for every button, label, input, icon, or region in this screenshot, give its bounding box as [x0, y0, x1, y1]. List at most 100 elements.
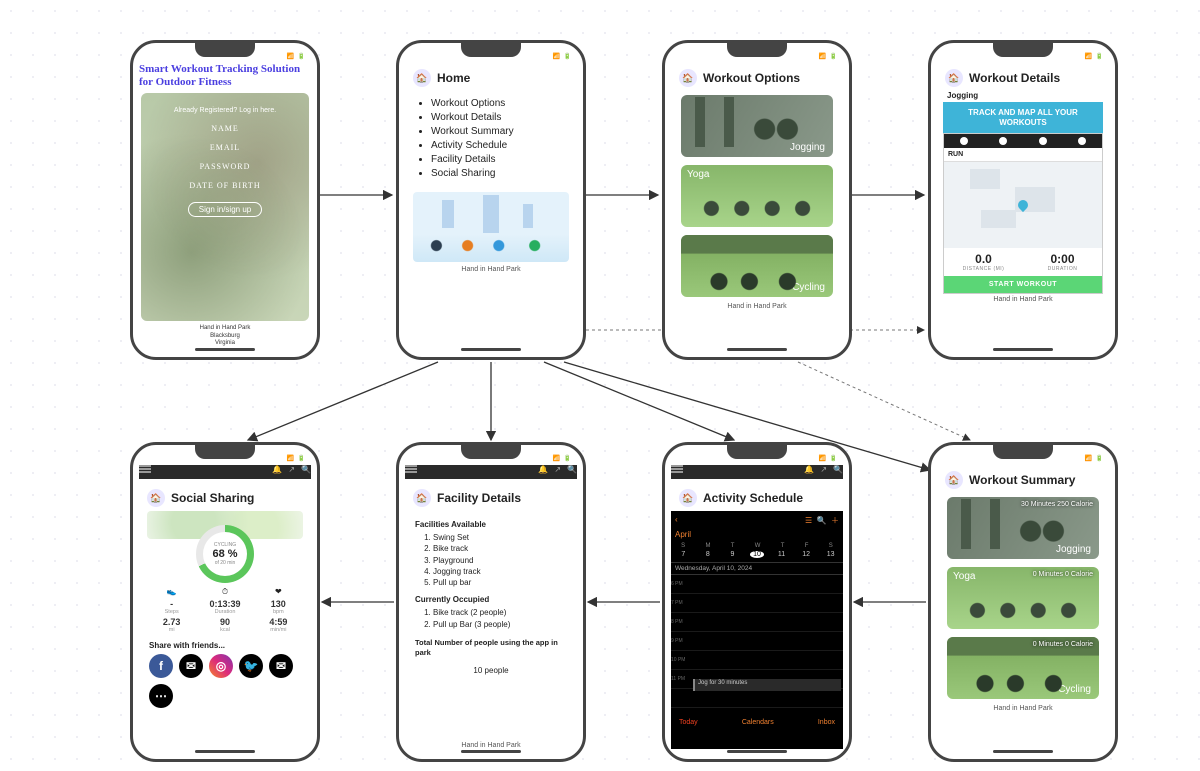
nav-item[interactable]: Facility Details: [431, 154, 563, 165]
option-yoga[interactable]: Yoga: [681, 165, 833, 227]
search-icon[interactable]: 🔍: [301, 465, 311, 474]
facilities-list: Swing Set Bike track Playground Jogging …: [415, 532, 567, 588]
facebook-icon[interactable]: f: [149, 654, 173, 678]
route-map[interactable]: [944, 162, 1102, 248]
screen-facility-details: 📶 🔋 🔔↗🔍 🏠 Facility Details Facilities Av…: [396, 442, 586, 762]
nav-item[interactable]: Social Sharing: [431, 168, 563, 179]
summary-label: Cycling: [1058, 684, 1091, 695]
phone-notch: [461, 445, 521, 459]
more-icon[interactable]: ⋯: [149, 684, 173, 708]
screen-title: Activity Schedule: [703, 491, 803, 505]
home-icon[interactable]: 🏠: [413, 69, 431, 87]
list-item: Bike track (2 people): [433, 607, 567, 618]
home-icon[interactable]: 🏠: [147, 489, 165, 507]
dob-field[interactable]: DATE OF BIRTH: [189, 181, 260, 190]
footer-caption: Hand in Hand Park: [671, 303, 843, 310]
home-icon[interactable]: 🏠: [413, 489, 431, 507]
login-subtitle[interactable]: Already Registered? Log in here.: [174, 107, 276, 114]
share-icon[interactable]: ↗: [554, 465, 561, 474]
share-label: Share with friends...: [139, 637, 311, 652]
month-label[interactable]: April: [675, 530, 691, 539]
twitter-icon[interactable]: 🐦: [239, 654, 263, 678]
activity-name: Jogging: [937, 91, 1109, 102]
progress-ring: CYCLING 68 % of 20 min: [196, 525, 254, 583]
nav-item[interactable]: Workout Options: [431, 98, 563, 109]
bell-icon[interactable]: 🔔: [804, 465, 814, 474]
menu-icon[interactable]: [671, 465, 683, 473]
tracker-tabs: [944, 134, 1102, 148]
day-cell[interactable]: 9: [725, 551, 739, 558]
day-cell-selected[interactable]: 10: [750, 551, 764, 558]
screen-title: Home: [437, 71, 470, 85]
home-icon[interactable]: 🏠: [945, 471, 963, 489]
heart-icon: ❤: [275, 587, 282, 596]
name-field[interactable]: NAME: [211, 124, 239, 133]
today-button[interactable]: Today: [679, 719, 698, 726]
tracking-app-preview: RUN 0.0 DISTANCE (MI) 0:00 DURATION STAR…: [943, 133, 1103, 294]
menu-icon[interactable]: [405, 465, 417, 473]
tracking-banner: TRACK AND MAP ALL YOUR WORKOUTS: [943, 102, 1103, 133]
day-cell[interactable]: 13: [824, 551, 838, 558]
nav-item[interactable]: Activity Schedule: [431, 140, 563, 151]
password-field[interactable]: PASSWORD: [200, 162, 251, 171]
calendar-view: ‹ ☰ 🔍 ＋ April SMTWTFS 78910111213 Wednes…: [671, 511, 843, 749]
home-icon[interactable]: 🏠: [679, 489, 697, 507]
home-indicator: [993, 348, 1053, 351]
home-icon[interactable]: 🏠: [945, 69, 963, 87]
messenger-icon[interactable]: ✉: [179, 654, 203, 678]
screen-social-sharing: 📶 🔋 🔔↗🔍 🏠 Social Sharing CYCLING 68 % of…: [130, 442, 320, 762]
list-icon[interactable]: ☰: [805, 516, 812, 525]
hour-grid[interactable]: 6 PM 7 PM 8 PM 9 PM 10 PM 11 PM Jog for …: [671, 575, 843, 715]
nav-item[interactable]: Workout Details: [431, 112, 563, 123]
stats-grid: 👟 ⏱ ❤ -Steps 0:13:39Duration 130bpm 2.73…: [139, 583, 311, 637]
total-count: 10 people: [415, 665, 567, 676]
option-jogging[interactable]: Jogging: [681, 95, 833, 157]
day-cell[interactable]: 11: [775, 551, 789, 558]
email-field[interactable]: EMAIL: [210, 143, 240, 152]
share-icon[interactable]: ↗: [820, 465, 827, 474]
summary-cycling[interactable]: 0 Minutes 0 Calorie Cycling: [947, 637, 1099, 699]
day-cell[interactable]: 7: [676, 551, 690, 558]
app-bar: 🔔 ↗ 🔍: [405, 465, 577, 479]
instagram-icon[interactable]: ◎: [209, 654, 233, 678]
day-cell[interactable]: 8: [701, 551, 715, 558]
summary-yoga[interactable]: 0 Minutes 0 Calorie Yoga: [947, 567, 1099, 629]
search-icon[interactable]: 🔍: [833, 465, 843, 474]
menu-icon[interactable]: [139, 465, 151, 473]
summary-jogging[interactable]: 30 Minutes 250 Calorie Jogging: [947, 497, 1099, 559]
share-icon[interactable]: ↗: [288, 465, 295, 474]
option-label: Jogging: [790, 142, 825, 153]
footer-caption: Hand in Hand Park: [405, 266, 577, 273]
signin-button[interactable]: Sign in/sign up: [188, 202, 262, 217]
screen-title: Social Sharing: [171, 491, 254, 505]
option-cycling[interactable]: Cycling: [681, 235, 833, 297]
bell-icon[interactable]: 🔔: [272, 465, 282, 474]
steps-icon: 👟: [167, 587, 177, 596]
inbox-button[interactable]: Inbox: [818, 719, 835, 726]
list-item: Bike track: [433, 543, 567, 554]
screen-home: 📶 🔋 🏠 Home Workout Options Workout Detai…: [396, 40, 586, 360]
distance-stat: 0.0 DISTANCE (MI): [944, 248, 1023, 276]
calendars-button[interactable]: Calendars: [742, 719, 774, 726]
login-footer: Hand in Hand Park Blacksburg Virginia: [139, 325, 311, 347]
home-icon[interactable]: 🏠: [679, 69, 697, 87]
day-cell[interactable]: 12: [799, 551, 813, 558]
screen-login: 📶 🔋 Smart Workout Tracking Solution for …: [130, 40, 320, 360]
add-icon[interactable]: ＋: [831, 516, 839, 525]
home-indicator: [727, 750, 787, 753]
list-item: Swing Set: [433, 532, 567, 543]
home-indicator: [461, 348, 521, 351]
total-header: Total Number of people using the app in …: [415, 638, 567, 659]
nav-item[interactable]: Workout Summary: [431, 126, 563, 137]
mail-icon[interactable]: ✉: [269, 654, 293, 678]
list-item: Playground: [433, 555, 567, 566]
start-workout-button[interactable]: START WORKOUT: [944, 276, 1102, 293]
clock-icon: ⏱: [222, 587, 228, 596]
search-icon[interactable]: 🔍: [567, 465, 577, 474]
search-icon[interactable]: 🔍: [817, 516, 827, 525]
screen-activity-schedule: 📶 🔋 🔔↗🔍 🏠 Activity Schedule ‹ ☰ 🔍 ＋ Apri…: [662, 442, 852, 762]
back-icon[interactable]: ‹: [675, 515, 678, 526]
bell-icon[interactable]: 🔔: [538, 465, 548, 474]
calendar-event[interactable]: Jog for 30 minutes: [693, 679, 841, 691]
screen-title: Facility Details: [437, 491, 521, 505]
